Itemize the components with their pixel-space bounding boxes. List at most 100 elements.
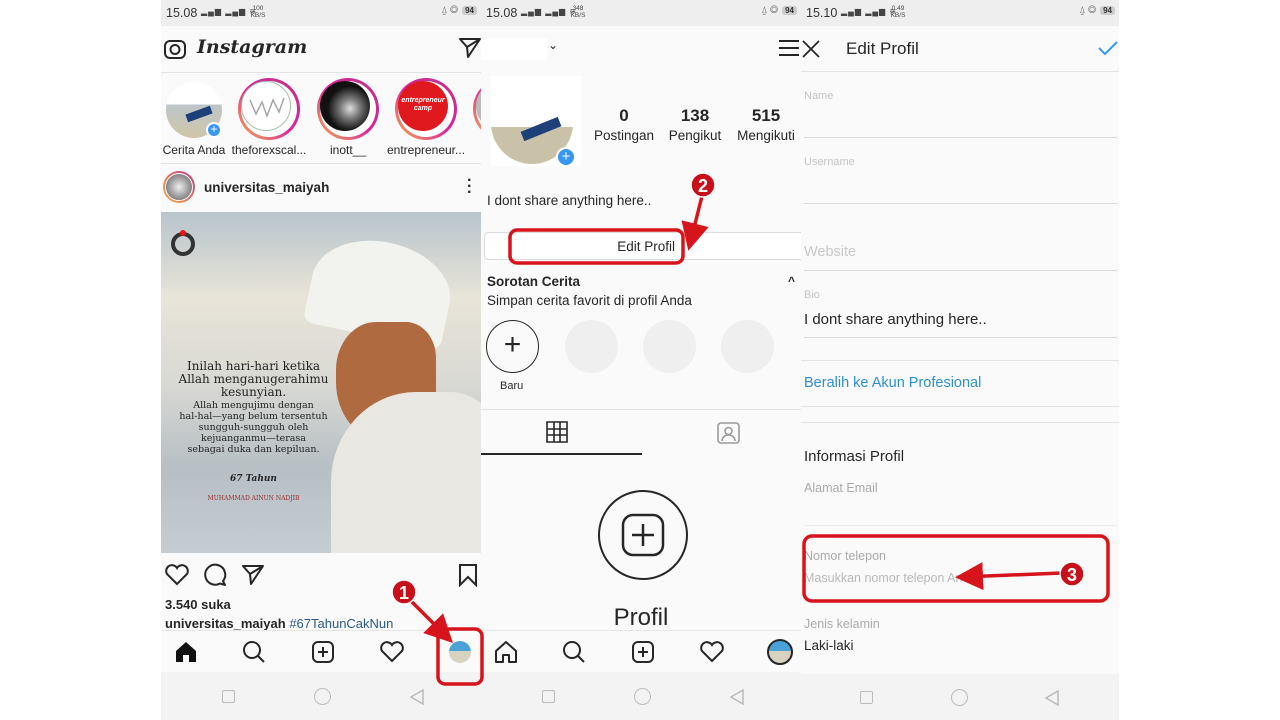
new-highlight-button[interactable]: + bbox=[486, 320, 539, 373]
email-label: Alamat Email bbox=[804, 481, 878, 495]
recent-apps-icon[interactable] bbox=[860, 691, 873, 704]
menu-icon[interactable] bbox=[779, 38, 799, 58]
profile-bio: I dont share anything here.. bbox=[487, 193, 652, 208]
edit-profile-button[interactable]: Edit Profil bbox=[484, 232, 801, 260]
android-nav bbox=[161, 672, 481, 720]
empty-state-title: Profil bbox=[613, 604, 669, 631]
battery-icon: 94 bbox=[462, 6, 477, 15]
highlight-placeholder bbox=[721, 320, 774, 373]
back-icon[interactable] bbox=[1044, 689, 1060, 707]
post-caption: universitas_maiyah #67TahunCakNun bbox=[165, 616, 394, 631]
stat-followers[interactable]: 138 Pengikut bbox=[665, 106, 725, 143]
activity-icon[interactable] bbox=[699, 640, 725, 664]
instagram-logo: Instagram bbox=[197, 36, 308, 58]
story-item[interactable] bbox=[238, 78, 300, 140]
status-bar: 15.08 ▂▄▆ ▂▄▆ ≋ 100 KB/S ⍙ ◎ 94 bbox=[161, 0, 481, 26]
post-avatar[interactable] bbox=[163, 171, 195, 203]
network-speed: 0.49 KB/S bbox=[890, 5, 906, 19]
switch-professional-link[interactable]: Beralih ke Akun Profesional bbox=[804, 375, 981, 391]
camera-icon[interactable] bbox=[163, 37, 187, 61]
recent-apps-icon[interactable] bbox=[222, 690, 235, 703]
highlight-placeholder bbox=[643, 320, 696, 373]
bio-input[interactable]: I dont share anything here.. bbox=[804, 311, 987, 328]
more-options-icon[interactable]: · · · bbox=[467, 173, 472, 201]
tagged-view-icon[interactable] bbox=[717, 421, 740, 444]
like-icon[interactable] bbox=[164, 563, 190, 587]
stat-posts[interactable]: 0 Postingan bbox=[594, 106, 654, 143]
website-input[interactable]: Website bbox=[804, 244, 856, 260]
share-icon[interactable] bbox=[241, 563, 265, 587]
chevron-up-icon[interactable]: ^ bbox=[788, 274, 795, 288]
activity-icon[interactable] bbox=[379, 640, 405, 664]
logo-mark: 67 Tahun bbox=[230, 474, 277, 484]
back-icon[interactable] bbox=[729, 688, 745, 706]
status-icons: ⍙ ◎ 94 bbox=[441, 5, 477, 16]
new-post-icon[interactable] bbox=[631, 640, 655, 664]
direct-message-icon[interactable] bbox=[459, 37, 481, 59]
hashtag-link[interactable]: #67TahunCakNun bbox=[289, 616, 393, 631]
story-item[interactable]: entrepreneur camp bbox=[395, 78, 457, 140]
alarm-icon: ⍙ ◎ bbox=[441, 5, 459, 16]
add-post-icon bbox=[621, 513, 665, 557]
save-check-icon[interactable] bbox=[1098, 40, 1118, 56]
close-icon[interactable] bbox=[802, 40, 820, 58]
story-label: entrepreneur... bbox=[386, 143, 466, 157]
search-icon[interactable] bbox=[562, 640, 586, 664]
bookmark-icon[interactable] bbox=[457, 563, 479, 587]
email-input[interactable] bbox=[804, 498, 1114, 524]
name-input[interactable] bbox=[804, 104, 1114, 136]
like-count: 3.540 suka bbox=[165, 597, 231, 612]
grid-view-icon[interactable] bbox=[546, 421, 568, 443]
profile-tab-avatar[interactable] bbox=[767, 639, 793, 665]
add-story-icon[interactable]: + bbox=[206, 122, 222, 138]
android-nav bbox=[481, 672, 801, 720]
story-item[interactable] bbox=[317, 78, 379, 140]
comment-icon[interactable] bbox=[202, 563, 228, 587]
status-bar: 15.08 ▂▄▆ ▂▄▆ ≋ 348 KB/S ⍙ ◎ 94 bbox=[481, 0, 801, 26]
home-button-icon[interactable] bbox=[314, 688, 331, 705]
chevron-down-icon[interactable]: ⌄ bbox=[548, 38, 558, 52]
android-nav bbox=[801, 674, 1119, 720]
username-switcher[interactable] bbox=[481, 38, 547, 60]
home-button-icon[interactable] bbox=[951, 689, 968, 706]
username-label: Username bbox=[804, 156, 855, 168]
brand-logo-icon bbox=[171, 230, 195, 256]
active-tab-indicator bbox=[481, 453, 642, 455]
home-icon[interactable] bbox=[174, 640, 198, 664]
search-icon[interactable] bbox=[242, 640, 266, 664]
home-button-icon[interactable] bbox=[634, 688, 651, 705]
highlight-placeholder bbox=[565, 320, 618, 373]
status-bar: 15.10 ▂▄▆ ▂▄▆ ≋ 0.49 KB/S ⍙ ◎ 94 bbox=[801, 0, 1119, 26]
post-image[interactable]: Inilah hari-hari ketika Allah menganugera… bbox=[161, 212, 481, 553]
alarm-icon: ⍙ ◎ bbox=[1079, 5, 1097, 16]
gender-label: Jenis kelamin bbox=[804, 617, 880, 631]
bio-label: Bio bbox=[804, 289, 820, 301]
status-time: 15.08 bbox=[166, 6, 198, 20]
post-username[interactable]: universitas_maiyah bbox=[204, 180, 329, 195]
highlights-subtitle: Simpan cerita favorit di profil Anda bbox=[487, 293, 692, 308]
add-story-icon[interactable]: + bbox=[556, 147, 576, 167]
highlights-title: Sorotan Cerita bbox=[487, 274, 581, 289]
feed-screen: 15.08 ▂▄▆ ▂▄▆ ≋ 100 KB/S ⍙ ◎ 94 Instagram… bbox=[161, 0, 481, 720]
alarm-icon: ⍙ ◎ bbox=[761, 5, 779, 16]
new-highlight-label: Baru bbox=[500, 380, 524, 392]
username-input[interactable] bbox=[804, 172, 1114, 202]
edit-profile-screen: 15.10 ▂▄▆ ▂▄▆ ≋ 0.49 KB/S ⍙ ◎ 94 Edit Pro… bbox=[801, 0, 1119, 720]
profile-screen: 15.08 ▂▄▆ ▂▄▆ ≋ 348 KB/S ⍙ ◎ 94 ⌄ + 0 Post… bbox=[481, 0, 801, 720]
recent-apps-icon[interactable] bbox=[542, 690, 555, 703]
post-author: MUHAMMAD AINUN NADJIB bbox=[207, 495, 300, 502]
stat-following[interactable]: 515 Mengikuti bbox=[733, 106, 799, 143]
network-speed: 348 KB/S bbox=[570, 5, 586, 19]
battery-icon: 94 bbox=[1100, 6, 1115, 15]
home-icon[interactable] bbox=[494, 640, 518, 664]
create-post-circle[interactable] bbox=[598, 490, 688, 580]
gender-select[interactable]: Laki-laki bbox=[804, 638, 854, 653]
battery-icon: 94 bbox=[782, 6, 797, 15]
back-icon[interactable] bbox=[409, 688, 425, 706]
network-speed: 100 KB/S bbox=[250, 5, 266, 19]
section-title: Informasi Profil bbox=[804, 448, 905, 465]
new-post-icon[interactable] bbox=[311, 640, 335, 664]
phone-input[interactable]: Masukkan nomor telepon Anda bbox=[804, 571, 976, 585]
story-item[interactable] bbox=[473, 78, 481, 140]
profile-tab-avatar[interactable] bbox=[449, 641, 471, 663]
